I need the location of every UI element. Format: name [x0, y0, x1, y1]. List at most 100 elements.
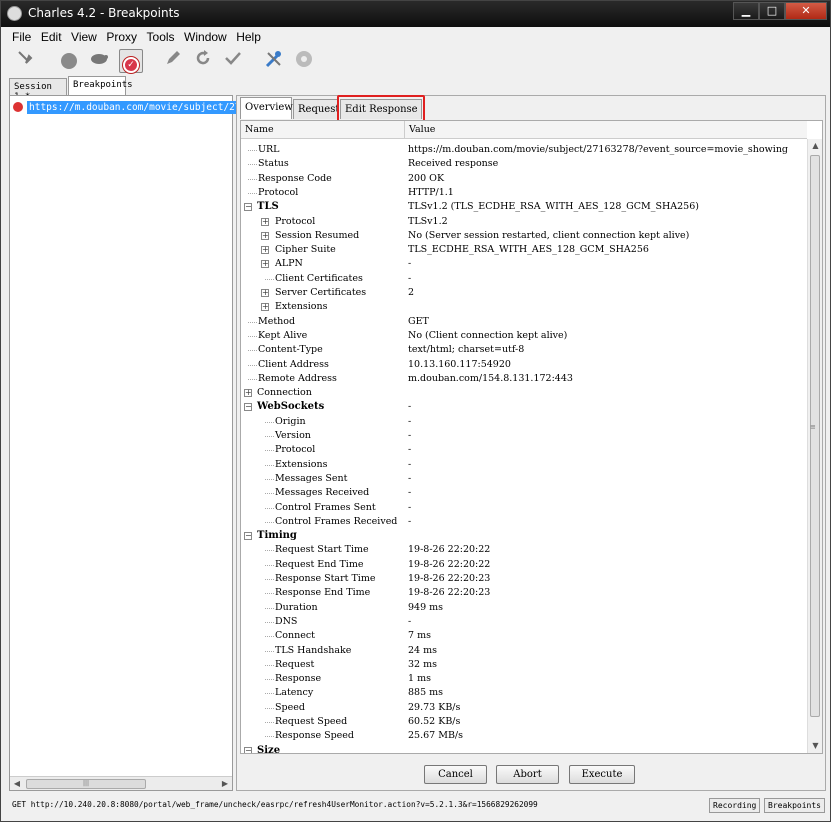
menu-file[interactable]: File	[9, 28, 34, 46]
collapse-icon[interactable]: −	[244, 403, 252, 412]
check-icon[interactable]	[221, 49, 245, 73]
table-row[interactable]: + Connection	[241, 386, 807, 400]
table-row[interactable]: Request Speed 60.52 KB/s	[241, 715, 807, 729]
table-row[interactable]: Extensions -	[241, 458, 807, 472]
expand-icon[interactable]: +	[261, 246, 269, 255]
table-row[interactable]: DNS -	[241, 615, 807, 629]
table-row[interactable]: URL https://m.douban.com/movie/subject/27…	[241, 143, 807, 157]
scroll-up-icon[interactable]: ▲	[808, 139, 822, 153]
table-row[interactable]: Method GET	[241, 315, 807, 329]
breakpoints-icon[interactable]: ✓	[119, 49, 143, 73]
tree-connector	[265, 693, 274, 695]
menu-proxy[interactable]: Proxy	[103, 28, 140, 46]
column-name[interactable]: Name	[245, 124, 274, 135]
table-row[interactable]: Response End Time 19-8-26 22:20:23	[241, 586, 807, 600]
expand-icon[interactable]: +	[244, 389, 252, 398]
table-row[interactable]: − Size	[241, 744, 807, 753]
menu-view[interactable]: View	[68, 28, 100, 46]
table-row[interactable]: Protocol -	[241, 443, 807, 457]
tab-overview[interactable]: Overview	[240, 97, 293, 119]
table-row[interactable]: Response Start Time 19-8-26 22:20:23	[241, 572, 807, 586]
scroll-right-icon[interactable]: ▶	[218, 777, 232, 791]
expand-icon[interactable]: +	[261, 217, 269, 226]
table-row[interactable]: Connect 7 ms	[241, 629, 807, 643]
throttle-icon[interactable]	[87, 49, 111, 73]
table-row[interactable]: Duration 949 ms	[241, 601, 807, 615]
close-button[interactable]: ✕	[785, 2, 827, 20]
table-row[interactable]: − Timing	[241, 529, 807, 543]
table-row[interactable]: Latency 885 ms	[241, 686, 807, 700]
column-value[interactable]: Value	[409, 124, 435, 135]
expand-icon[interactable]: +	[261, 303, 269, 312]
vertical-scrollbar[interactable]: ▲ ≡ ▼	[807, 139, 822, 753]
table-row[interactable]: + Server Certificates 2	[241, 286, 807, 300]
table-row[interactable]: Remote Address m.douban.com/154.8.131.172…	[241, 372, 807, 386]
cancel-button[interactable]: Cancel	[424, 765, 487, 784]
tree-item-breakpoint[interactable]: https://m.douban.com/movie/subject/271	[13, 100, 249, 114]
recording-status-button[interactable]: Recording	[709, 798, 761, 813]
expand-icon[interactable]: +	[261, 289, 269, 297]
settings-icon[interactable]	[292, 49, 316, 73]
tab-session-1[interactable]: Session 1 *	[9, 78, 67, 102]
table-row[interactable]: Client Address 10.13.160.117:54920	[241, 358, 807, 372]
table-row[interactable]: + Extensions	[241, 300, 807, 314]
table-row[interactable]: Speed 29.73 KB/s	[241, 701, 807, 715]
row-name: Client Address	[258, 358, 329, 370]
table-row[interactable]: Request Start Time 19-8-26 22:20:22	[241, 543, 807, 557]
table-row[interactable]: Protocol HTTP/1.1	[241, 186, 807, 200]
expand-icon[interactable]: +	[261, 260, 269, 269]
table-row[interactable]: Messages Received -	[241, 486, 807, 500]
table-row[interactable]: Control Frames Received -	[241, 515, 807, 529]
table-row[interactable]: Origin -	[241, 415, 807, 429]
scroll-thumb[interactable]	[810, 155, 820, 717]
collapse-icon[interactable]: −	[244, 746, 252, 753]
execute-button[interactable]: Execute	[569, 765, 635, 784]
scroll-thumb[interactable]: |||	[26, 779, 146, 789]
menu-edit[interactable]: Edit	[38, 28, 65, 46]
collapse-icon[interactable]: −	[244, 532, 252, 541]
menu-tools[interactable]: Tools	[144, 28, 178, 46]
table-row[interactable]: + ALPN -	[241, 257, 807, 271]
breakpoints-status-button[interactable]: Breakpoints	[764, 798, 825, 813]
table-row[interactable]: + Protocol TLSv1.2	[241, 215, 807, 229]
row-name: TLS Handshake	[275, 644, 352, 656]
table-row[interactable]: Request End Time 19-8-26 22:20:22	[241, 558, 807, 572]
record-icon[interactable]	[57, 49, 81, 73]
table-row[interactable]: − TLS TLSv1.2 (TLS_ECDHE_RSA_WITH_AES_128_…	[241, 200, 807, 214]
table-row[interactable]: TLS Handshake 24 ms	[241, 644, 807, 658]
expand-icon[interactable]: +	[261, 231, 269, 240]
tree-connector	[248, 164, 257, 166]
refresh-icon[interactable]	[191, 49, 215, 73]
table-row[interactable]: + Cipher Suite TLS_ECDHE_RSA_WITH_AES_128_…	[241, 243, 807, 257]
tools-icon[interactable]	[262, 49, 286, 73]
table-row[interactable]: − WebSockets -	[241, 400, 807, 414]
maximize-button[interactable]: □	[759, 2, 785, 20]
table-row[interactable]: Status Received response	[241, 157, 807, 171]
scroll-left-icon[interactable]: ◀	[10, 777, 24, 791]
row-name: Response	[275, 673, 322, 685]
table-row[interactable]: Response 1 ms	[241, 672, 807, 686]
table-row[interactable]: Kept Alive No (Client connection kept ali…	[241, 329, 807, 343]
tab-request[interactable]: Request	[293, 99, 339, 119]
abort-button[interactable]: Abort	[496, 765, 559, 784]
broom-icon[interactable]	[13, 49, 37, 73]
table-row[interactable]: Response Speed 25.67 MB/s	[241, 729, 807, 743]
table-row[interactable]: Response Code 200 OK	[241, 172, 807, 186]
row-value: No (Client connection kept alive)	[408, 329, 568, 341]
tab-breakpoints[interactable]: Breakpoints	[68, 76, 133, 95]
table-row[interactable]: Messages Sent -	[241, 472, 807, 486]
table-row[interactable]: Client Certificates -	[241, 272, 807, 286]
table-row[interactable]: + Session Resumed No (Server session resta…	[241, 229, 807, 243]
table-row[interactable]: Request 32 ms	[241, 658, 807, 672]
collapse-icon[interactable]: −	[244, 203, 252, 212]
table-row[interactable]: Version -	[241, 429, 807, 443]
horizontal-scrollbar[interactable]: ◀ ||| ▶	[10, 776, 232, 790]
scroll-down-icon[interactable]: ▼	[808, 739, 822, 753]
menu-window[interactable]: Window	[181, 28, 230, 46]
table-row[interactable]: Content-Type text/html; charset=utf-8	[241, 343, 807, 357]
minimize-button[interactable]: ▁	[733, 2, 759, 20]
menu-help[interactable]: Help	[233, 28, 264, 46]
table-row[interactable]: Control Frames Sent -	[241, 501, 807, 515]
status-bar: GET http://10.240.20.8:8080/portal/web_f…	[9, 797, 825, 815]
pen-icon[interactable]	[161, 49, 185, 73]
